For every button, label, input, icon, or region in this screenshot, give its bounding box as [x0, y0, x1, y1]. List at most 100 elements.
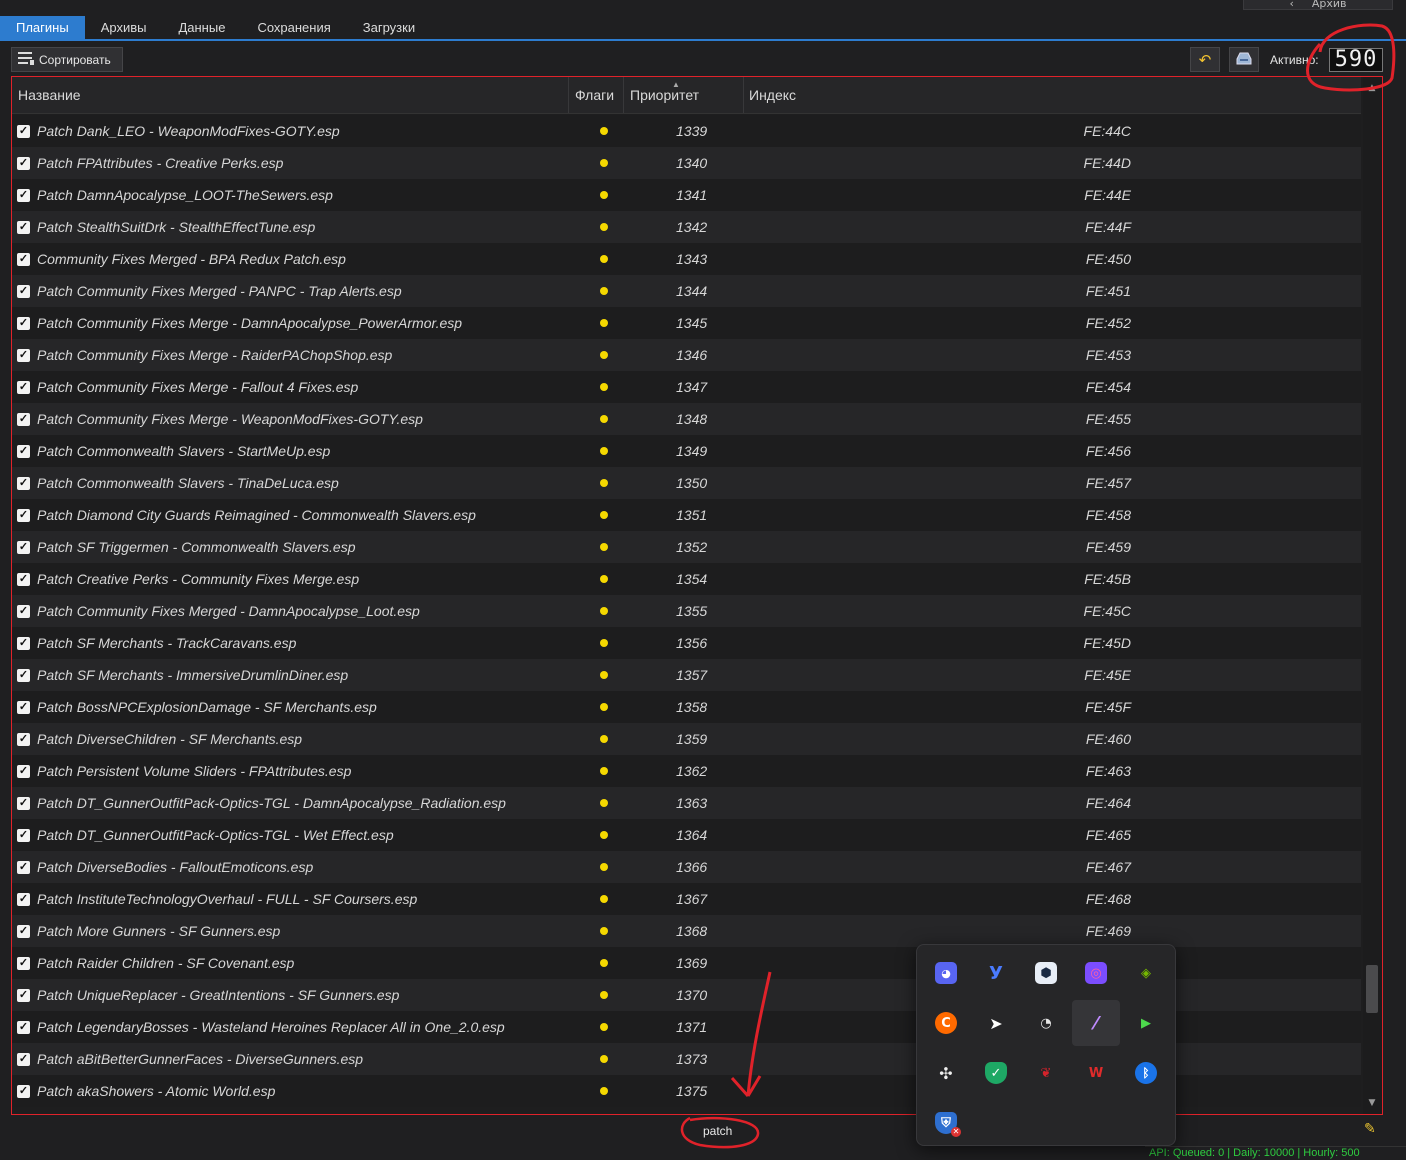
scroll-down-arrow-icon[interactable]: ▼ [1367, 1098, 1377, 1108]
enabled-checkbox[interactable]: ✓ [17, 924, 30, 938]
table-row[interactable]: ✓ Patch StealthSuitDrk - StealthEffectTun… [12, 211, 1361, 243]
enabled-checkbox[interactable]: ✓ [17, 892, 30, 906]
table-row[interactable]: ✓ Patch Community Fixes Merged - DamnApoc… [12, 595, 1361, 627]
tab-saves[interactable]: Сохранения [241, 16, 346, 39]
clear-filter-icon[interactable]: ✎ [1364, 1121, 1382, 1139]
enabled-checkbox[interactable]: ✓ [17, 124, 30, 138]
enabled-checkbox[interactable]: ✓ [17, 636, 30, 650]
security-alert-icon[interactable]: ⛨ ✕ [922, 1100, 970, 1146]
fan-icon[interactable]: ✣ [922, 1050, 970, 1096]
flag-dot-icon [599, 255, 608, 263]
table-header: Название Флаги Приоритет ▲ Индекс [12, 77, 1361, 114]
table-row[interactable]: ✓ Patch DamnApocalypse_LOOT-TheSewers.esp… [12, 179, 1361, 211]
enabled-checkbox[interactable]: ✓ [17, 572, 30, 586]
table-row[interactable]: ✓ Patch Community Fixes Merge - DamnApoca… [12, 307, 1361, 339]
enabled-checkbox[interactable]: ✓ [17, 412, 30, 426]
enabled-checkbox[interactable]: ✓ [17, 380, 30, 394]
bluetooth-icon[interactable]: ᛒ [1122, 1050, 1170, 1096]
tab-downloads[interactable]: Загрузки [347, 16, 431, 39]
column-header-priority[interactable]: Приоритет ▲ [624, 77, 744, 113]
razer-icon[interactable]: ❦ [1022, 1050, 1070, 1096]
enabled-checkbox[interactable]: ✓ [17, 156, 30, 170]
column-header-index[interactable]: Индекс [744, 77, 1361, 113]
table-row[interactable]: ✓ Community Fixes Merged - BPA Redux Patc… [12, 243, 1361, 275]
plugin-priority: 1356 [676, 635, 708, 651]
enabled-checkbox[interactable]: ✓ [17, 860, 30, 874]
play-arrow-icon[interactable]: ▶ [1122, 1000, 1170, 1046]
enabled-checkbox[interactable]: ✓ [17, 220, 30, 234]
table-row[interactable]: ✓ Patch SF Merchants - ImmersiveDrumlinDi… [12, 659, 1361, 691]
table-row[interactable]: ✓ Patch FPAttributes - Creative Perks.esp… [12, 147, 1361, 179]
camera-app-icon[interactable]: ◎ [1072, 950, 1120, 996]
enabled-checkbox[interactable]: ✓ [17, 284, 30, 298]
nvidia-icon[interactable]: ◈ [1122, 950, 1170, 996]
table-row[interactable]: ✓ Patch Commonwealth Slavers - StartMeUp.… [12, 435, 1361, 467]
speedometer-icon[interactable]: ◔ [1022, 1000, 1070, 1046]
table-row[interactable]: ✓ Patch DT_GunnerOutfitPack-Optics-TGL - … [12, 787, 1361, 819]
tab-plugins[interactable]: Плагины [0, 16, 85, 39]
scroll-up-arrow-icon[interactable]: ▲ [1367, 83, 1377, 93]
column-header-flags[interactable]: Флаги [569, 77, 624, 113]
tab-archives[interactable]: Архивы [85, 16, 163, 39]
table-row[interactable]: ✓ Patch InstituteTechnologyOverhaul - FUL… [12, 883, 1361, 915]
enabled-checkbox[interactable]: ✓ [17, 700, 30, 714]
table-row[interactable]: ✓ Patch Commonwealth Slavers - TinaDeLuca… [12, 467, 1361, 499]
enabled-checkbox[interactable]: ✓ [17, 764, 30, 778]
table-row[interactable]: ✓ Patch Community Fixes Merge - WeaponMod… [12, 403, 1361, 435]
flag-cell [576, 895, 631, 903]
enabled-checkbox[interactable]: ✓ [17, 508, 30, 522]
save-backup-button[interactable] [1229, 47, 1259, 72]
enabled-checkbox[interactable]: ✓ [17, 444, 30, 458]
filter-input[interactable]: patch [690, 1121, 752, 1141]
enabled-checkbox[interactable]: ✓ [17, 732, 30, 746]
sort-button[interactable]: Сортировать [11, 47, 123, 72]
enabled-checkbox[interactable]: ✓ [17, 1084, 30, 1098]
enabled-checkbox[interactable]: ✓ [17, 1052, 30, 1066]
restore-backup-button[interactable]: ↶ [1190, 47, 1220, 72]
table-row[interactable]: ✓ Patch More Gunners - SF Gunners.esp 1368… [12, 915, 1361, 947]
column-header-name[interactable]: Название [12, 77, 569, 113]
discord-icon[interactable]: ◕ [922, 950, 970, 996]
enabled-checkbox[interactable]: ✓ [17, 1020, 30, 1034]
msi-icon[interactable]: W [1072, 1050, 1120, 1096]
table-row[interactable]: ✓ Patch BossNPCExplosionDamage - SF Merch… [12, 691, 1361, 723]
table-row[interactable]: ✓ Patch Community Fixes Merge - RaiderPAC… [12, 339, 1361, 371]
table-row[interactable]: ✓ Patch Diamond City Guards Reimagined - … [12, 499, 1361, 531]
plugin-table: Название Флаги Приоритет ▲ Индекс ✓ Patch… [11, 76, 1383, 1115]
table-row[interactable]: ✓ Patch DiverseBodies - FalloutEmoticons.… [12, 851, 1361, 883]
flag-dot-icon [599, 1087, 608, 1095]
enabled-checkbox[interactable]: ✓ [17, 252, 30, 266]
vertical-scrollbar[interactable]: ▲ ▼ [1363, 77, 1382, 1114]
table-row[interactable]: ✓ Patch DiverseChildren - SF Merchants.es… [12, 723, 1361, 755]
table-row[interactable]: ✓ Patch Community Fixes Merge - Fallout 4… [12, 371, 1361, 403]
table-row[interactable]: ✓ Patch Persistent Volume Sliders - FPAtt… [12, 755, 1361, 787]
enabled-checkbox[interactable]: ✓ [17, 188, 30, 202]
table-row[interactable]: ✓ Patch SF Triggermen - Commonwealth Slav… [12, 531, 1361, 563]
table-row[interactable]: ✓ Patch SF Merchants - TrackCaravans.esp 1… [12, 627, 1361, 659]
enabled-checkbox[interactable]: ✓ [17, 604, 30, 618]
table-row[interactable]: ✓ Patch DT_GunnerOutfitPack-Optics-TGL - … [12, 819, 1361, 851]
table-row[interactable]: ✓ Patch Creative Perks - Community Fixes … [12, 563, 1361, 595]
yandex-icon[interactable]: У [972, 950, 1020, 996]
ccleaner-icon[interactable]: C [922, 1000, 970, 1046]
flag-dot-icon [599, 863, 608, 871]
feather-icon[interactable]: ⁄ [1072, 1000, 1120, 1046]
enabled-checkbox[interactable]: ✓ [17, 316, 30, 330]
enabled-checkbox[interactable]: ✓ [17, 668, 30, 682]
app-hex-icon[interactable]: ⬢ [1022, 950, 1070, 996]
enabled-checkbox[interactable]: ✓ [17, 540, 30, 554]
tab-data[interactable]: Данные [162, 16, 241, 39]
table-row[interactable]: ✓ Patch Community Fixes Merged - PANPC - … [12, 275, 1361, 307]
table-row[interactable]: ✓ Patch Dank_LEO - WeaponModFixes-GOTY.es… [12, 115, 1361, 147]
scrollbar-thumb[interactable] [1366, 965, 1378, 1013]
telegram-icon[interactable]: ➤ [972, 1000, 1020, 1046]
enabled-checkbox[interactable]: ✓ [17, 988, 30, 1002]
shield-check-icon[interactable]: ✓ [972, 1050, 1020, 1096]
enabled-checkbox[interactable]: ✓ [17, 348, 30, 362]
enabled-checkbox[interactable]: ✓ [17, 828, 30, 842]
enabled-checkbox[interactable]: ✓ [17, 796, 30, 810]
enabled-checkbox[interactable]: ✓ [17, 476, 30, 490]
enabled-checkbox[interactable]: ✓ [17, 956, 30, 970]
flag-dot-icon [599, 575, 608, 583]
archive-button[interactable]: ‹ Архив [1243, 0, 1393, 10]
